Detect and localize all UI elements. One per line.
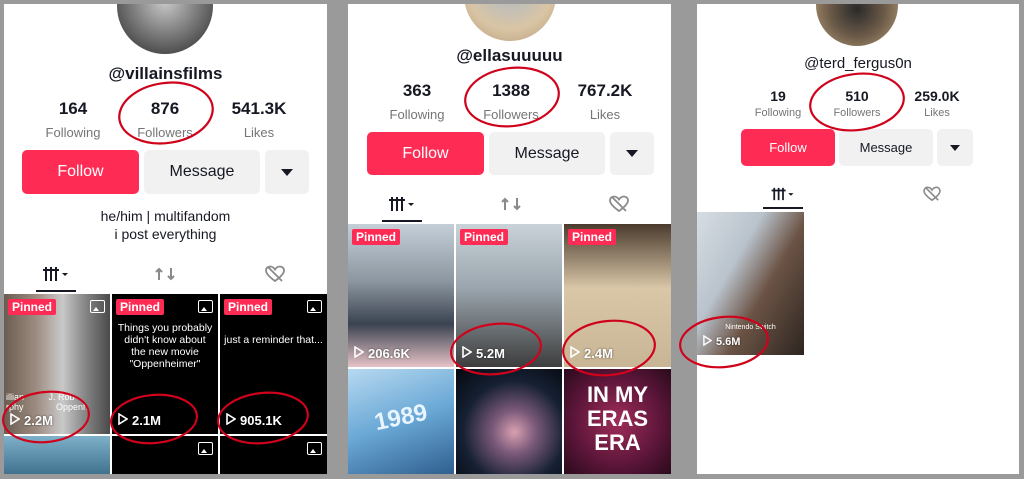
photo-icon [198, 300, 213, 313]
heart-hidden-icon [609, 195, 629, 213]
follow-button[interactable]: Follow [22, 150, 139, 194]
profile-panel-ellasuuuuu: @ellasuuuuu 363 Following 1388 Followers… [348, 4, 671, 474]
tab-videos[interactable] [36, 260, 76, 288]
video-tile[interactable]: Pinned just a reminder that... 905.1K [220, 294, 327, 434]
video-caption: just a reminder that... [224, 334, 323, 346]
stat-following[interactable]: 19 Following [745, 88, 811, 119]
tab-liked[interactable] [260, 260, 290, 288]
view-count: 2.2M [10, 412, 53, 428]
tab-videos[interactable] [763, 182, 803, 206]
tab-liked[interactable] [604, 190, 634, 218]
tab-active-indicator [36, 290, 76, 292]
play-icon [462, 345, 473, 361]
profile-panel-villainsfilms: @villainsfilms 164 Following 876 Followe… [4, 4, 327, 474]
view-count: 2.4M [570, 345, 613, 361]
heart-hidden-icon [923, 186, 941, 202]
photo-icon [307, 442, 322, 455]
video-tile[interactable] [220, 436, 327, 474]
stat-following[interactable]: 363 Following [378, 81, 456, 122]
repost-icon [501, 197, 521, 211]
play-icon [354, 345, 365, 361]
video-tile[interactable] [4, 436, 110, 474]
tab-reposts[interactable] [496, 190, 526, 218]
avatar[interactable] [464, 4, 556, 41]
pinned-badge: Pinned [224, 299, 273, 315]
photo-icon [307, 300, 322, 313]
stat-followers[interactable]: 1388 Followers [472, 81, 550, 122]
message-button[interactable]: Message [144, 150, 260, 194]
view-count: 206.6K [354, 345, 410, 361]
chevron-down-icon [281, 168, 293, 176]
video-caption: IN MY ERAS ERA [586, 382, 649, 456]
message-button[interactable]: Message [489, 132, 605, 175]
stat-likes[interactable]: 541.3K Likes [220, 99, 298, 140]
tab-liked[interactable] [918, 182, 946, 206]
avatar[interactable] [117, 4, 213, 54]
video-caption: 1989 [372, 398, 430, 437]
profile-panel-terd-fergus0n: @terd_fergus0n 19 Following 510 Follower… [697, 4, 1019, 474]
grid-icon [771, 187, 794, 201]
play-icon [118, 412, 129, 428]
video-tile[interactable]: Nintendo Switch 5.6M [697, 212, 804, 355]
more-options-button[interactable] [937, 129, 973, 166]
pinned-badge: Pinned [8, 299, 57, 315]
video-tile[interactable] [456, 369, 562, 474]
video-tile[interactable] [112, 436, 218, 474]
repost-icon [155, 267, 175, 281]
view-count: 2.1M [118, 412, 161, 428]
follow-button[interactable]: Follow [367, 132, 484, 175]
stat-likes[interactable]: 259.0K Likes [904, 88, 970, 119]
video-caption: illian J. Rob rphy Oppenh [6, 392, 89, 413]
photo-icon [90, 300, 105, 313]
username: @villainsfilms [108, 64, 223, 83]
bio-line-1: he/him | multifandom [100, 208, 231, 224]
video-tile[interactable]: IN MY ERAS ERA [564, 369, 671, 474]
grid-icon [389, 197, 414, 211]
tab-reposts[interactable] [150, 260, 180, 288]
stat-followers[interactable]: 510 Followers [824, 88, 890, 119]
photo-icon [198, 442, 213, 455]
pinned-badge: Pinned [116, 299, 165, 315]
tab-videos[interactable] [382, 190, 422, 218]
view-count: 5.6M [703, 334, 740, 349]
video-tile[interactable]: Pinned 5.2M [456, 224, 562, 367]
play-icon [10, 412, 21, 428]
heart-hidden-icon [265, 265, 285, 283]
tab-active-indicator [382, 220, 422, 222]
pinned-badge: Pinned [352, 229, 401, 245]
view-count: 5.2M [462, 345, 505, 361]
video-tile[interactable]: Pinned Things you probably didn't know a… [112, 294, 218, 434]
chevron-down-icon [626, 150, 638, 157]
video-caption: Things you probably didn't know about th… [117, 322, 213, 371]
play-icon [570, 345, 581, 361]
avatar[interactable] [816, 4, 898, 46]
video-tile[interactable]: Pinned 206.6K [348, 224, 454, 367]
grid-icon [43, 267, 68, 281]
username: @ellasuuuuu [456, 46, 563, 65]
pinned-badge: Pinned [460, 229, 509, 245]
stat-following[interactable]: 164 Following [34, 99, 112, 140]
stat-likes[interactable]: 767.2K Likes [566, 81, 644, 122]
follow-button[interactable]: Follow [741, 129, 835, 166]
more-options-button[interactable] [265, 150, 309, 194]
view-count: 905.1K [226, 412, 282, 428]
message-button[interactable]: Message [839, 129, 933, 166]
chevron-down-icon [950, 144, 960, 151]
pinned-badge: Pinned [568, 229, 617, 245]
play-icon [226, 412, 237, 428]
play-icon [703, 334, 713, 349]
stat-followers[interactable]: 876 Followers [126, 99, 204, 140]
video-caption: Nintendo Switch [725, 324, 776, 331]
video-tile[interactable]: Pinned 2.4M [564, 224, 671, 367]
bio-line-2: i post everything [114, 226, 217, 242]
username: @terd_fergus0n [804, 55, 912, 72]
video-tile[interactable]: 1989 [348, 369, 454, 474]
video-tile[interactable]: Pinned illian J. Rob rphy Oppenh 2.2M [4, 294, 110, 434]
tab-active-indicator [763, 207, 803, 209]
more-options-button[interactable] [610, 132, 654, 175]
